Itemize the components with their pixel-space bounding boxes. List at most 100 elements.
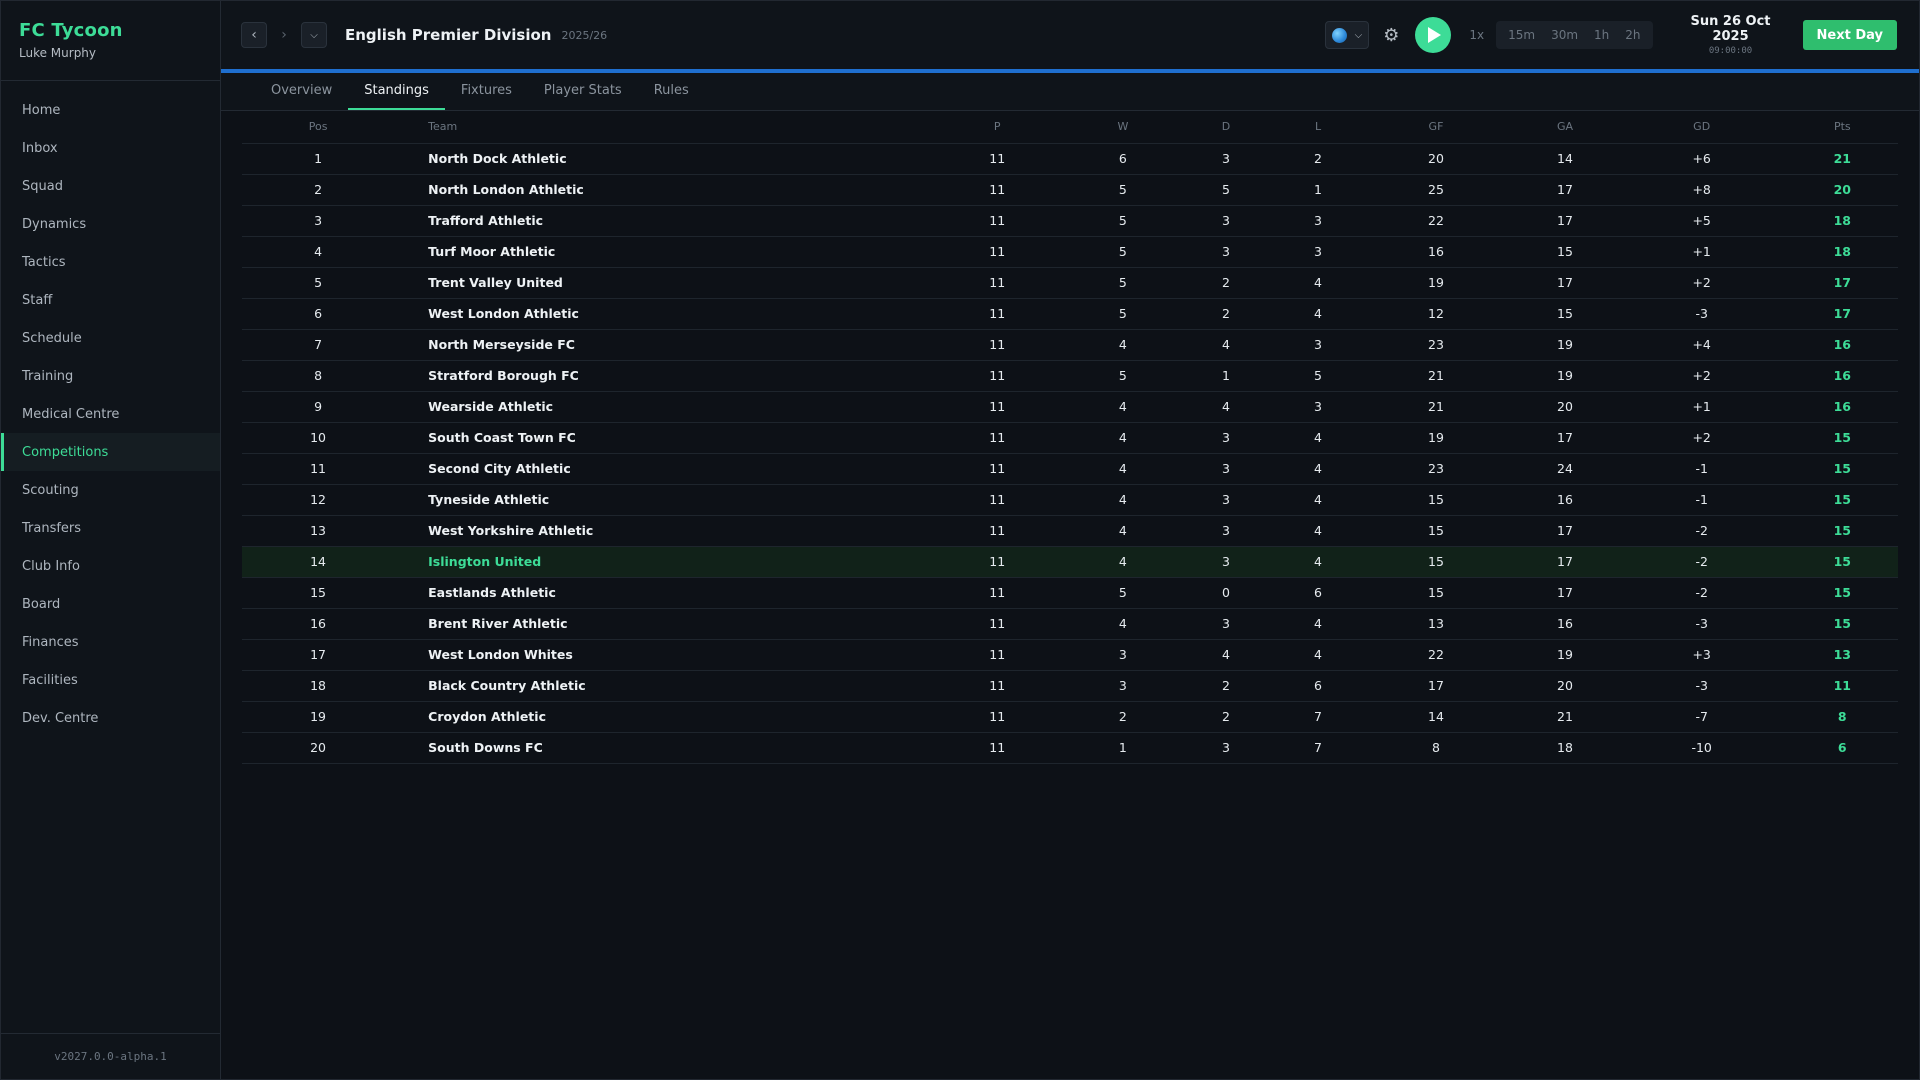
table-row[interactable]: 7 North Merseyside FC 11 4 4 3 23 19 +4 16	[242, 329, 1898, 361]
cell-team[interactable]: Stratford Borough FC	[394, 360, 924, 392]
cell-team[interactable]: South Coast Town FC	[394, 422, 924, 454]
column-header-d[interactable]: D	[1175, 111, 1278, 143]
column-header-team[interactable]: Team	[394, 111, 923, 143]
table-row[interactable]: 18 Black Country Athletic 11 3 2 6 17 20 -3 11	[242, 670, 1898, 702]
next-day-button[interactable]: Next Day	[1802, 20, 1897, 50]
tab-fixtures[interactable]: Fixtures	[445, 73, 528, 110]
cell-team[interactable]: North Merseyside FC	[394, 329, 924, 361]
table-row[interactable]: 15 Eastlands Athletic 11 5 0 6 15 17 -2 15	[242, 577, 1898, 609]
cell-team[interactable]: Eastlands Athletic	[394, 577, 924, 609]
sidebar-item-staff[interactable]: Staff	[1, 281, 220, 319]
cell-p: 11	[923, 329, 1072, 361]
cell-team[interactable]: North Dock Athletic	[394, 142, 924, 175]
tab-player-stats[interactable]: Player Stats	[528, 73, 638, 110]
table-row[interactable]: 14 Islington United 11 4 3 4 15 17 -2 15	[242, 546, 1898, 578]
table-row[interactable]: 13 West Yorkshire Athletic 11 4 3 4 15 17 -2 15	[242, 515, 1898, 547]
sidebar-item-scouting[interactable]: Scouting	[1, 471, 220, 509]
sidebar-item-facilities[interactable]: Facilities	[1, 661, 220, 699]
sidebar-item-medical[interactable]: Medical Centre	[1, 395, 220, 433]
table-row[interactable]: 20 South Downs FC 11 1 3 7 8 18 -10 6	[242, 732, 1898, 764]
table-row[interactable]: 10 South Coast Town FC 11 4 3 4 19 17 +2 15	[242, 422, 1898, 454]
play-button[interactable]	[1415, 17, 1452, 53]
cell-team[interactable]: Wearside Athletic	[394, 391, 924, 423]
cell-team[interactable]: Second City Athletic	[394, 453, 924, 485]
column-header-pts[interactable]: Pts	[1787, 111, 1898, 143]
cell-pos: 9	[242, 391, 395, 423]
cell-team[interactable]: West London Athletic	[394, 298, 924, 330]
column-header-ga[interactable]: GA	[1513, 111, 1617, 143]
cell-team[interactable]: Brent River Athletic	[394, 608, 924, 640]
column-header-pos[interactable]: Pos	[242, 111, 394, 143]
date-label: Sun 26 Oct 2025	[1690, 14, 1771, 44]
cell-l: 3	[1277, 236, 1359, 268]
tab-standings[interactable]: Standings	[348, 73, 445, 110]
sidebar-item-training[interactable]: Training	[1, 357, 220, 395]
tab-rules[interactable]: Rules	[638, 73, 705, 110]
sidebar-item-inbox[interactable]: Inbox	[1, 129, 220, 167]
table-row[interactable]: 5 Trent Valley United 11 5 2 4 19 17 +2 17	[242, 267, 1898, 299]
table-row[interactable]: 17 West London Whites 11 3 4 4 22 19 +3 13	[242, 639, 1898, 671]
column-header-w[interactable]: W	[1071, 111, 1175, 143]
table-row[interactable]: 1 North Dock Athletic 11 6 3 2 20 14 +6 21	[242, 142, 1898, 175]
sidebar-item-schedule[interactable]: Schedule	[1, 319, 220, 357]
chevron-left-icon[interactable]: ‹	[241, 22, 267, 48]
sidebar-item-home[interactable]: Home	[1, 91, 220, 129]
sidebar-item-dev-centre[interactable]: Dev. Centre	[1, 699, 220, 737]
chevron-right-icon[interactable]: ›	[271, 22, 297, 48]
column-header-p[interactable]: P	[923, 111, 1071, 143]
table-row[interactable]: 12 Tyneside Athletic 11 4 3 4 15 16 -1 15	[242, 484, 1898, 516]
language-selector[interactable]: ⌵	[1324, 21, 1370, 49]
speed-option[interactable]: 2h	[1617, 28, 1648, 42]
cell-gf: 15	[1358, 546, 1514, 578]
cell-team[interactable]: Trent Valley United	[394, 267, 924, 299]
speed-option[interactable]: 30m	[1543, 28, 1586, 42]
gear-icon[interactable]: ⚙	[1383, 25, 1399, 46]
sidebar-item-transfers[interactable]: Transfers	[1, 509, 220, 547]
tab-overview[interactable]: Overview	[255, 73, 348, 110]
sidebar-item-board[interactable]: Board	[1, 585, 220, 623]
table-row[interactable]: 4 Turf Moor Athletic 11 5 3 3 16 15 +1 18	[242, 236, 1898, 268]
table-row[interactable]: 2 North London Athletic 11 5 5 1 25 17 +8 20	[242, 174, 1898, 206]
cell-gd: +1	[1616, 236, 1787, 268]
sidebar-item-competitions[interactable]: Competitions	[1, 433, 220, 471]
table-row[interactable]: 16 Brent River Athletic 11 4 3 4 13 16 -3 15	[242, 608, 1898, 640]
table-row[interactable]: 3 Trafford Athletic 11 5 3 3 22 17 +5 18	[242, 205, 1898, 237]
cell-p: 11	[923, 546, 1072, 578]
table-row[interactable]: 6 West London Athletic 11 5 2 4 12 15 -3 17	[242, 298, 1898, 330]
cell-gd: +8	[1616, 174, 1787, 206]
sidebar-item-finances[interactable]: Finances	[1, 623, 220, 661]
cell-team[interactable]: West Yorkshire Athletic	[394, 515, 924, 547]
cell-team[interactable]: Islington United	[394, 546, 924, 578]
cell-l: 4	[1277, 639, 1359, 671]
cell-team[interactable]: North London Athletic	[394, 174, 924, 206]
sidebar-item-label: Staff	[22, 292, 53, 308]
cell-p: 11	[923, 236, 1072, 268]
cell-team[interactable]: Black Country Athletic	[394, 670, 924, 702]
cell-team[interactable]: Tyneside Athletic	[394, 484, 924, 516]
time-label: 09:00:00	[1708, 46, 1753, 56]
cell-team[interactable]: Croydon Athletic	[394, 701, 924, 733]
speed-option[interactable]: 1h	[1586, 28, 1617, 42]
speed-option[interactable]: 15m	[1500, 28, 1543, 42]
sidebar-item-club-info[interactable]: Club Info	[1, 547, 220, 585]
cell-l: 3	[1277, 205, 1359, 237]
table-row[interactable]: 9 Wearside Athletic 11 4 4 3 21 20 +1 16	[242, 391, 1898, 423]
sidebar-item-tactics[interactable]: Tactics	[1, 243, 220, 281]
chevron-down-icon[interactable]: ⌵	[301, 22, 327, 48]
cell-team[interactable]: West London Whites	[394, 639, 924, 671]
column-header-gd[interactable]: GD	[1617, 111, 1787, 143]
cell-pts: 15	[1786, 546, 1898, 578]
cell-team[interactable]: Turf Moor Athletic	[394, 236, 924, 268]
table-row[interactable]: 11 Second City Athletic 11 4 3 4 23 24 -1 15	[242, 453, 1898, 485]
speed-current[interactable]: 1x	[1469, 28, 1484, 42]
column-header-gf[interactable]: GF	[1359, 111, 1513, 143]
cell-w: 4	[1071, 546, 1175, 578]
sidebar-item-squad[interactable]: Squad	[1, 167, 220, 205]
cell-team[interactable]: Trafford Athletic	[394, 205, 924, 237]
table-row[interactable]: 19 Croydon Athletic 11 2 2 7 14 21 -7 8	[242, 701, 1898, 733]
table-row[interactable]: 8 Stratford Borough FC 11 5 1 5 21 19 +2 16	[242, 360, 1898, 392]
cell-team[interactable]: South Downs FC	[394, 732, 924, 764]
column-header-l[interactable]: L	[1277, 111, 1359, 143]
sidebar-item-dynamics[interactable]: Dynamics	[1, 205, 220, 243]
cell-l: 7	[1277, 732, 1359, 764]
